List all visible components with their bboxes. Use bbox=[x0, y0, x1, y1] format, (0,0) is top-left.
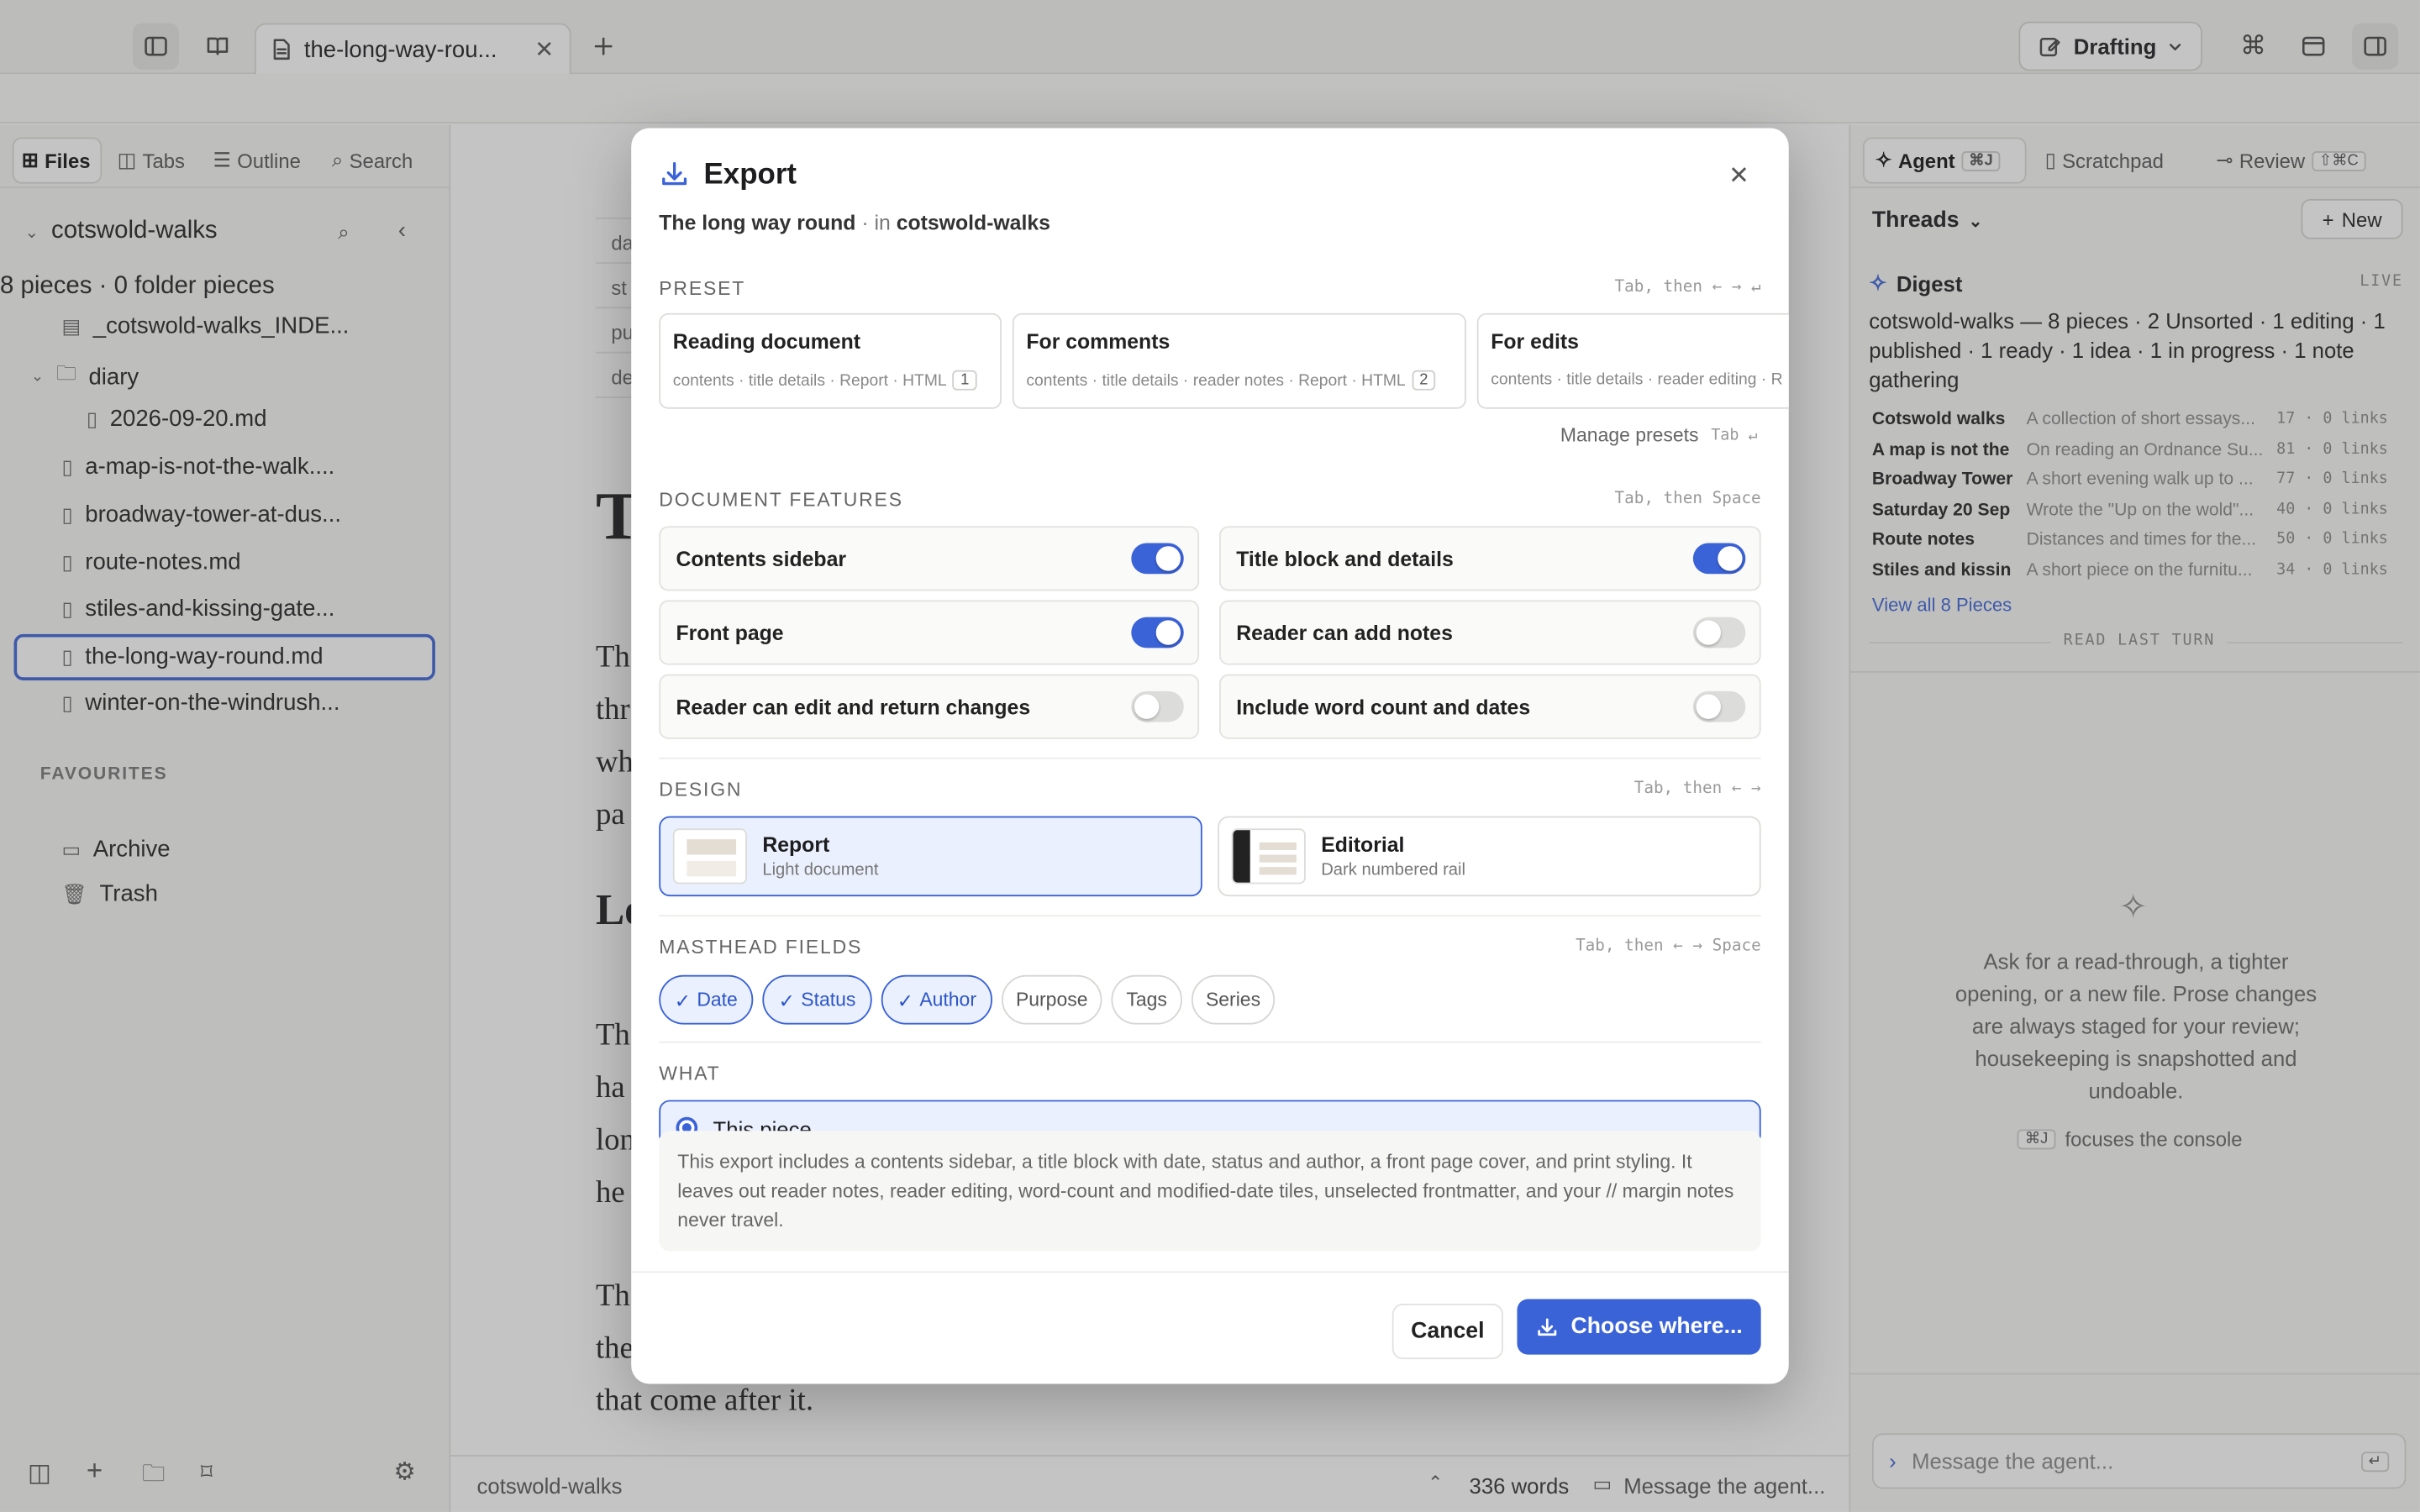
design-sub: Light document bbox=[762, 860, 879, 879]
chip-label: Tags bbox=[1126, 989, 1167, 1011]
preset-card[interactable]: Reading document contents · title detail… bbox=[659, 312, 1002, 409]
masthead-label: MASTHEAD FIELDS bbox=[659, 936, 863, 958]
report-thumbnail bbox=[672, 828, 747, 885]
dialog-subtitle: The long way round · in cotswold-walks bbox=[659, 212, 1050, 235]
field-chip-tags[interactable]: Tags bbox=[1111, 974, 1182, 1025]
preset-key: 1 bbox=[952, 370, 977, 391]
toggle[interactable] bbox=[1131, 543, 1184, 575]
feature-label: Front page bbox=[676, 621, 784, 644]
toggle[interactable] bbox=[1131, 690, 1184, 722]
check-icon: ✓ bbox=[674, 990, 691, 1011]
what-label: WHAT bbox=[659, 1063, 721, 1085]
download-icon bbox=[1538, 1317, 1557, 1336]
cancel-button[interactable]: Cancel bbox=[1392, 1304, 1503, 1360]
feature-title-block[interactable]: Title block and details bbox=[1218, 526, 1761, 591]
field-chip-date[interactable]: ✓ Date bbox=[659, 974, 754, 1025]
design-report[interactable]: Report Light document bbox=[659, 816, 1202, 897]
feature-word-count[interactable]: Include word count and dates bbox=[1218, 674, 1761, 739]
manage-presets-link[interactable]: Manage presets Tab ↵ bbox=[1560, 424, 1758, 446]
features-hint: Tab, then Space bbox=[1614, 489, 1761, 508]
preset-title: For edits bbox=[1491, 330, 1579, 354]
export-dialog: Export ✕ The long way round · in cotswol… bbox=[631, 128, 1789, 1384]
editorial-thumbnail bbox=[1231, 828, 1306, 885]
design-title: Report bbox=[762, 832, 830, 857]
check-icon: ✓ bbox=[778, 990, 795, 1011]
chip-label: Status bbox=[801, 989, 856, 1011]
field-chip-status[interactable]: ✓ Status bbox=[762, 974, 872, 1025]
field-chip-purpose[interactable]: Purpose bbox=[1002, 974, 1102, 1025]
chip-label: Date bbox=[697, 989, 738, 1011]
preset-sub: contents · title details · Report · HTML bbox=[672, 370, 947, 390]
preset-key: 2 bbox=[1412, 370, 1436, 391]
divider bbox=[659, 915, 1761, 916]
feature-label: Include word count and dates bbox=[1236, 695, 1531, 718]
design-hint: Tab, then ← → bbox=[1634, 779, 1761, 798]
close-icon[interactable]: ✕ bbox=[1728, 160, 1749, 192]
doc-name: The long way round bbox=[659, 211, 856, 235]
feature-reader-notes[interactable]: Reader can add notes bbox=[1218, 600, 1761, 665]
manage-hint: Tab ↵ bbox=[1711, 426, 1758, 444]
choose-where-button[interactable]: Choose where... bbox=[1517, 1299, 1761, 1355]
feature-reader-edit[interactable]: Reader can edit and return changes bbox=[659, 674, 1200, 739]
toggle[interactable] bbox=[1692, 543, 1746, 575]
masthead-hint: Tab, then ← → Space bbox=[1576, 936, 1761, 955]
feature-label: Contents sidebar bbox=[676, 547, 847, 570]
divider bbox=[631, 1271, 1789, 1273]
export-summary: This export includes a contents sidebar,… bbox=[659, 1131, 1761, 1252]
design-label: DESIGN bbox=[659, 779, 743, 801]
choose-where-label: Choose where... bbox=[1570, 1314, 1743, 1340]
preset-card[interactable]: For edits contents · title details · rea… bbox=[1476, 312, 1789, 409]
field-chip-author[interactable]: ✓ Author bbox=[881, 974, 992, 1025]
toggle[interactable] bbox=[1692, 617, 1746, 648]
preset-sub: contents · title details · reader editin… bbox=[1491, 370, 1783, 389]
toggle[interactable] bbox=[1692, 690, 1746, 722]
toggle[interactable] bbox=[1131, 617, 1184, 648]
design-title: Editorial bbox=[1321, 832, 1405, 857]
design-sub: Dark numbered rail bbox=[1321, 860, 1466, 879]
app-window: the-long-way-rou... ✕ Drafting ⌘ ↶ ↷ B I… bbox=[0, 0, 2420, 1512]
features-label: DOCUMENT FEATURES bbox=[659, 489, 903, 511]
feature-label: Title block and details bbox=[1236, 547, 1454, 570]
preset-sub: contents · title details · reader notes … bbox=[1026, 370, 1406, 390]
divider bbox=[659, 757, 1761, 759]
download-icon bbox=[659, 159, 690, 190]
feature-label: Reader can edit and return changes bbox=[676, 695, 1031, 718]
in-word: · in bbox=[855, 211, 897, 235]
preset-title: For comments bbox=[1026, 330, 1171, 354]
design-editorial[interactable]: Editorial Dark numbered rail bbox=[1218, 816, 1761, 897]
feature-front-page[interactable]: Front page bbox=[659, 600, 1200, 665]
preset-label: PRESET bbox=[659, 277, 746, 300]
field-chip-series[interactable]: Series bbox=[1191, 974, 1276, 1025]
preset-hint: Tab, then ← → ↵ bbox=[1614, 277, 1761, 297]
chip-label: Series bbox=[1205, 989, 1261, 1011]
preset-title: Reading document bbox=[672, 330, 860, 354]
chip-label: Purpose bbox=[1015, 989, 1088, 1011]
dialog-title: Export bbox=[703, 159, 797, 192]
feature-label: Reader can add notes bbox=[1236, 621, 1453, 644]
check-icon: ✓ bbox=[897, 990, 913, 1011]
manage-presets-label: Manage presets bbox=[1560, 424, 1699, 446]
divider bbox=[659, 1041, 1761, 1043]
preset-card[interactable]: For comments contents · title details · … bbox=[1012, 312, 1466, 409]
chip-label: Author bbox=[919, 989, 976, 1011]
feature-contents-sidebar[interactable]: Contents sidebar bbox=[659, 526, 1200, 591]
folder-name: cotswold-walks bbox=[896, 211, 1050, 235]
